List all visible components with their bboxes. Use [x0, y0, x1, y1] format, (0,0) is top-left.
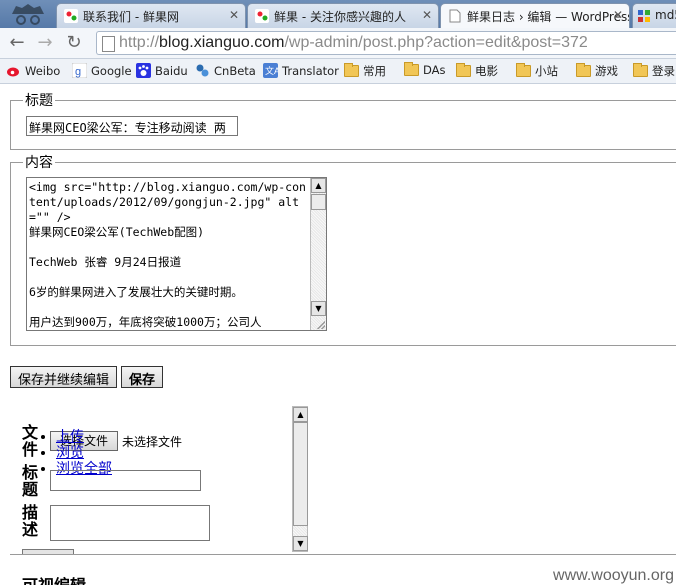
folder-icon: [576, 63, 591, 77]
post-content-textarea[interactable]: <img src="http://blog.xianguo.com/wp-con…: [26, 177, 327, 331]
bookmark-cnbeta[interactable]: CnBeta: [195, 63, 256, 78]
folder-icon: [516, 63, 531, 77]
divider: [10, 554, 676, 555]
tab-md5[interactable]: md5: [632, 3, 676, 28]
page-icon: [102, 36, 115, 52]
incognito-icon: [12, 4, 44, 25]
cnbeta-icon: [196, 64, 209, 77]
close-tab-icon[interactable]: ✕: [422, 8, 432, 22]
tab-strip: 联系我们 - 鲜果网 ✕ 鲜果 - 关注你感兴趣的人 ✕ 鲜果日志 › 编辑 —…: [0, 0, 676, 28]
bookmark-weibo[interactable]: Weibo: [6, 63, 60, 78]
url-text: http://blog.xianguo.com/wp-admin/post.ph…: [119, 34, 588, 51]
svg-text:文A: 文A: [265, 65, 278, 76]
upload-panel: 文件 选择文件 未选择文件 上传 浏览 浏览全部 标题 描述 ▲ ▼: [0, 404, 308, 554]
list-item: 上传: [56, 429, 112, 445]
bookmarks-bar: Weibo g Google Baidu CnBeta 文A Translato…: [0, 59, 676, 84]
grid-favicon-icon: [638, 10, 650, 22]
scroll-up-icon[interactable]: ▲: [293, 407, 308, 422]
scroll-thumb[interactable]: [293, 422, 308, 526]
bookmark-google[interactable]: g Google: [72, 63, 132, 78]
media-title-input[interactable]: [50, 470, 201, 491]
address-bar[interactable]: http://blog.xianguo.com/wp-admin/post.ph…: [96, 31, 676, 55]
tab-title: 联系我们 - 鲜果网: [83, 10, 179, 24]
list-item: 浏览: [56, 445, 112, 461]
description-label: 描述: [22, 503, 39, 539]
xianguo-favicon-icon: [64, 9, 78, 23]
tab-title: 鲜果 - 关注你感兴趣的人: [274, 10, 406, 24]
bookmark-translator[interactable]: 文A Translator: [263, 63, 339, 78]
forward-arrow-icon[interactable]: →: [34, 33, 56, 53]
translate-icon: 文A: [263, 63, 278, 78]
tab-wordpress-edit[interactable]: 鲜果日志 › 编辑 — WordPress ✕: [440, 3, 630, 28]
bookmark-folder-sites[interactable]: 小站: [516, 63, 558, 79]
weibo-icon: [7, 67, 19, 77]
xianguo-favicon-icon: [255, 9, 269, 23]
google-icon: g: [72, 63, 87, 78]
post-content-text: <img src="http://blog.xianguo.com/wp-con…: [29, 180, 306, 329]
folder-icon: [404, 62, 419, 76]
folder-icon: [633, 63, 648, 77]
baidu-paw-icon: [136, 63, 151, 78]
close-tab-icon[interactable]: ✕: [229, 8, 239, 22]
scroll-down-icon[interactable]: ▼: [311, 301, 326, 316]
upload-panel-scrollbar[interactable]: ▲ ▼: [292, 406, 308, 552]
folder-icon: [344, 63, 359, 77]
watermark: www.wooyun.org: [553, 567, 674, 584]
scroll-down-icon[interactable]: ▼: [293, 536, 308, 551]
page-favicon-icon: [449, 9, 461, 23]
close-tab-icon[interactable]: ✕: [613, 8, 623, 22]
scroll-up-icon[interactable]: ▲: [311, 178, 326, 193]
media-description-textarea[interactable]: [50, 505, 210, 541]
post-title-input[interactable]: 鲜果网CEO梁公军：专注移动阅读 两: [26, 116, 238, 136]
title-legend: 标题: [25, 93, 53, 109]
file-label: 文件: [22, 423, 39, 459]
tab-title: md5: [655, 8, 676, 22]
bookmark-baidu[interactable]: Baidu: [136, 63, 188, 78]
tab-title: 鲜果日志 › 编辑 — WordPress: [467, 10, 630, 24]
content-legend: 内容: [25, 155, 53, 171]
resize-handle-icon[interactable]: [317, 321, 325, 329]
save-button[interactable]: 保存: [121, 366, 164, 388]
bookmark-folder-das[interactable]: DAs: [404, 62, 446, 77]
upload-link[interactable]: 上传: [56, 429, 84, 445]
tab-xianguo-home[interactable]: 鲜果 - 关注你感兴趣的人 ✕: [247, 3, 439, 28]
back-arrow-icon[interactable]: ←: [6, 33, 28, 53]
browse-link[interactable]: 浏览: [56, 445, 84, 461]
title-label: 标题: [22, 463, 39, 499]
folder-icon: [456, 63, 471, 77]
bookmark-folder-games[interactable]: 游戏: [576, 63, 618, 79]
bookmark-folder-common[interactable]: 常用: [344, 63, 386, 79]
visual-editor-heading: 可视编辑: [22, 572, 86, 585]
bookmark-folder-login[interactable]: 登录: [633, 63, 675, 79]
browser-toolbar: ← → ↻ http://blog.xianguo.com/wp-admin/p…: [0, 28, 676, 59]
tab-contact-us[interactable]: 联系我们 - 鲜果网 ✕: [56, 3, 246, 28]
bookmark-folder-movies[interactable]: 电影: [456, 63, 498, 79]
save-and-continue-button[interactable]: 保存并继续编辑: [10, 366, 118, 388]
page-content: 标题 鲜果网CEO梁公军：专注移动阅读 两 内容 <img src="http:…: [0, 84, 676, 585]
content-scrollbar[interactable]: ▲ ▼: [310, 178, 326, 330]
no-file-text: 未选择文件: [122, 435, 183, 449]
svg-text:g: g: [75, 66, 81, 78]
reload-icon[interactable]: ↻: [63, 33, 85, 53]
scroll-thumb[interactable]: [311, 194, 326, 210]
